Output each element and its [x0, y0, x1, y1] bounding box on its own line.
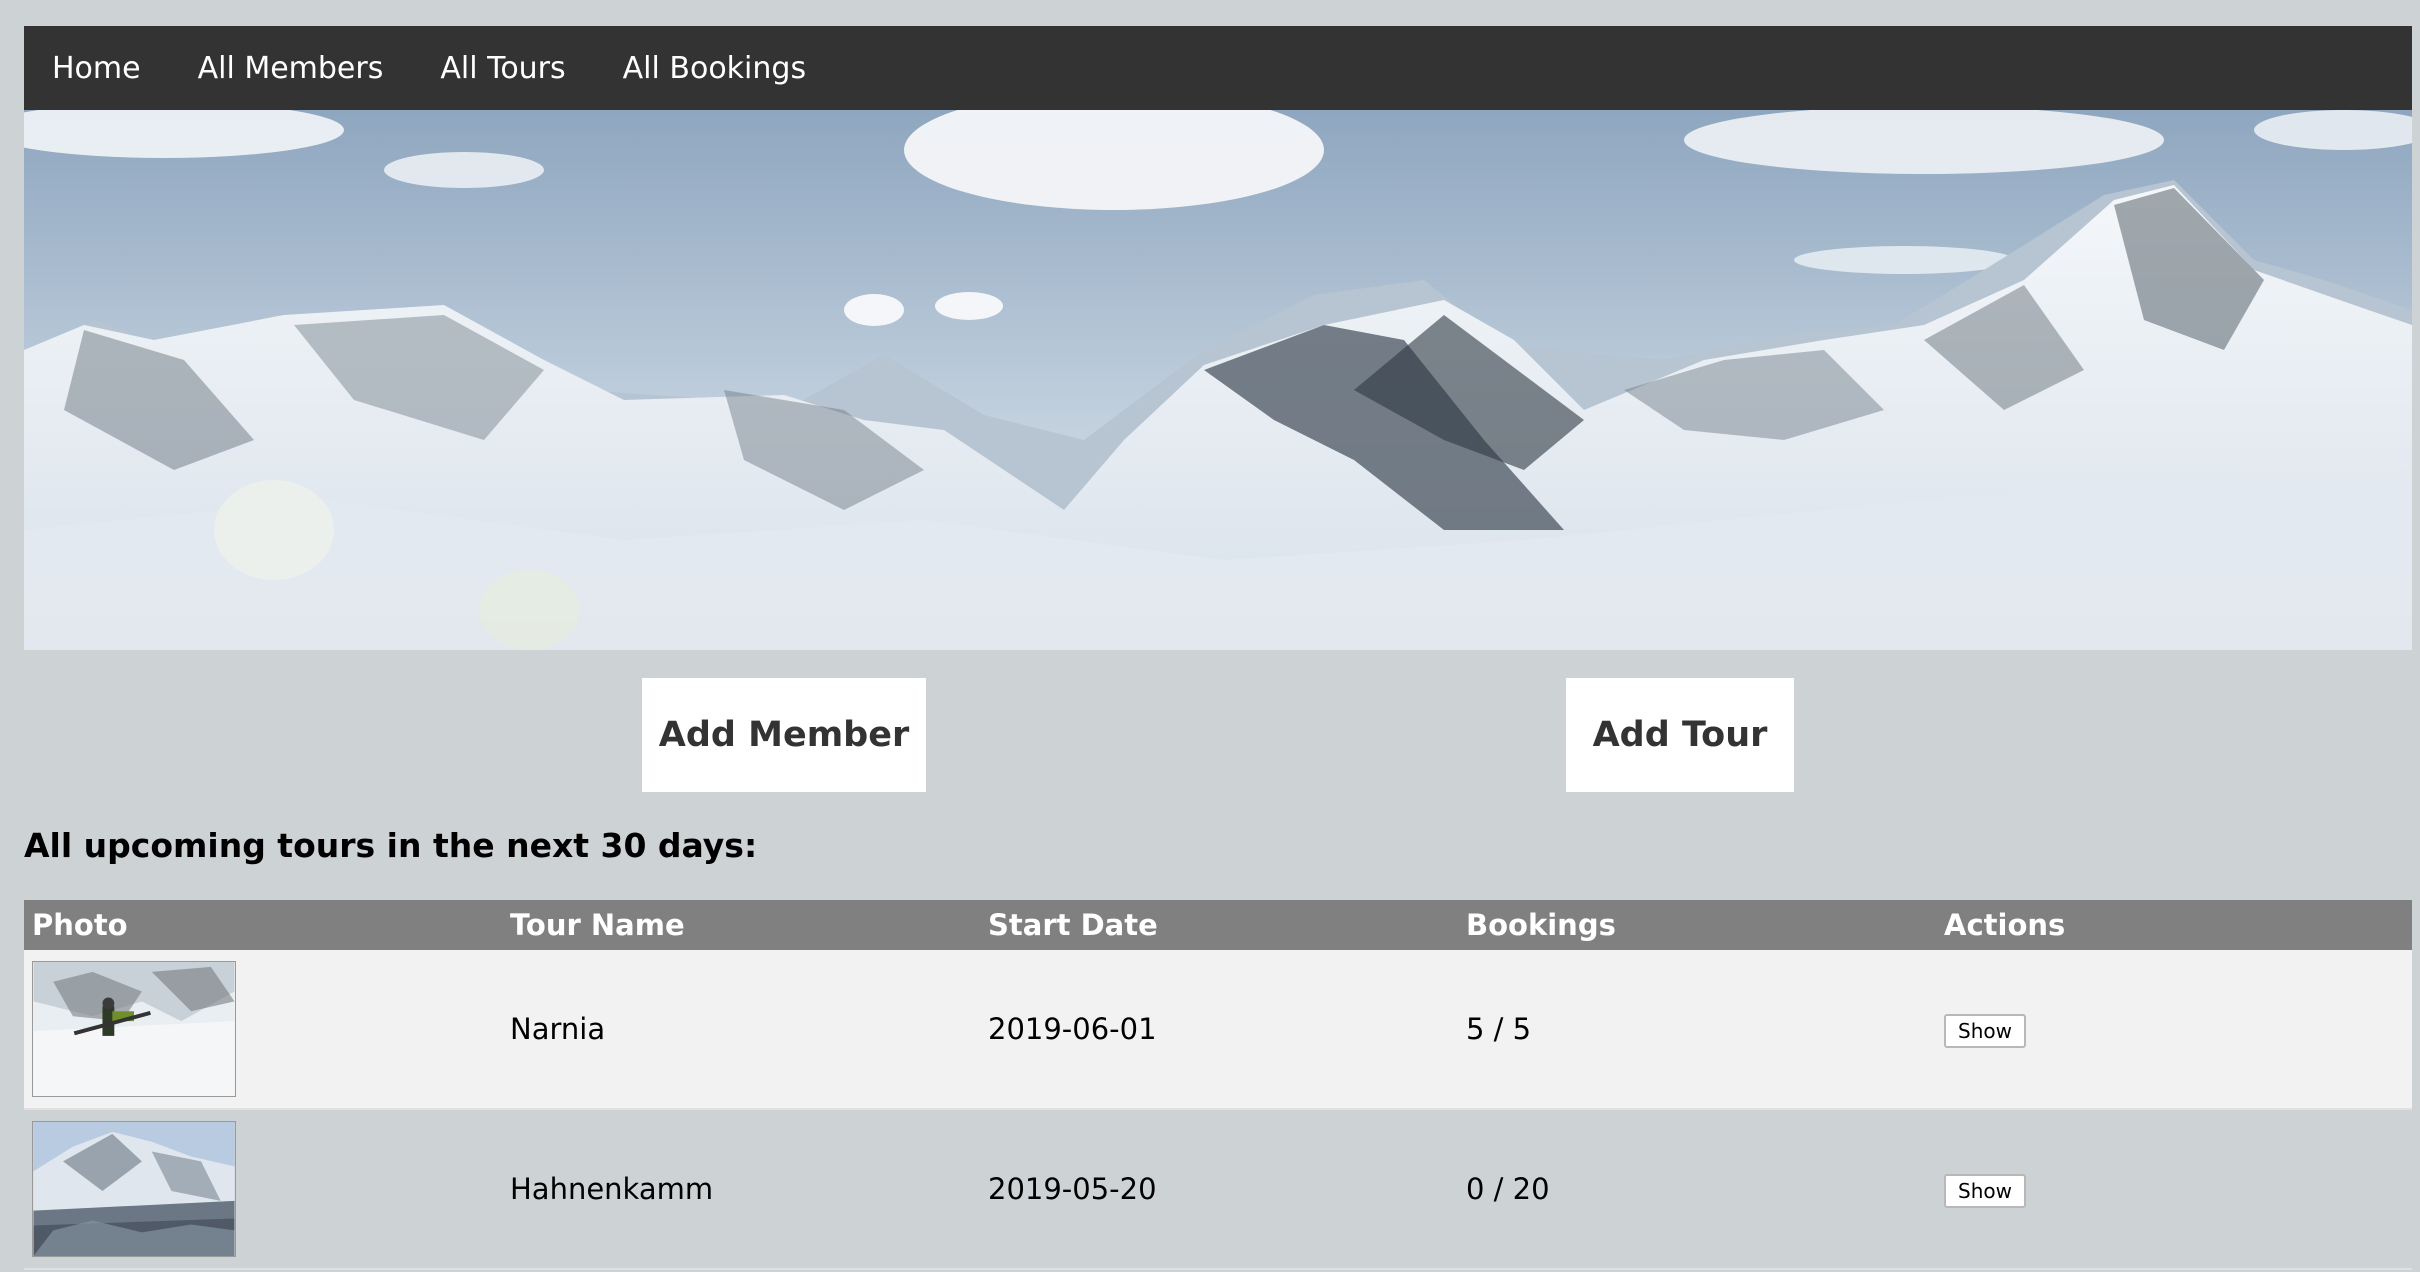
table-row: Hahnenkamm 2019-05-20 0 / 20 Show	[24, 1110, 2412, 1270]
add-member-button[interactable]: Add Member	[642, 678, 926, 792]
top-navbar: Home All Members All Tours All Bookings	[24, 26, 2412, 110]
column-header-bookings: Bookings	[1466, 908, 1616, 942]
tour-photo-thumbnail	[32, 961, 236, 1097]
table-row: Narnia 2019-06-01 5 / 5 Show	[24, 950, 2412, 1110]
page: Home All Members All Tours All Bookings	[0, 0, 2420, 1272]
column-header-photo: Photo	[32, 908, 128, 942]
hero-mountain-banner	[24, 110, 2412, 650]
start-date-cell: 2019-05-20	[988, 1172, 1157, 1206]
bookings-cell: 0 / 20	[1466, 1172, 1550, 1206]
table-header-row: Photo Tour Name Start Date Bookings Acti…	[24, 900, 2412, 950]
nav-link-home[interactable]: Home	[52, 51, 141, 86]
actions-cell: Show	[1936, 1011, 2412, 1048]
show-tour-button[interactable]: Show	[1944, 1013, 2026, 1048]
column-header-actions: Actions	[1944, 908, 2066, 942]
photo-cell	[24, 1121, 502, 1257]
actions-cell: Show	[1936, 1171, 2412, 1208]
show-tour-button[interactable]: Show	[1944, 1173, 2026, 1208]
upcoming-tours-heading: All upcoming tours in the next 30 days:	[24, 826, 758, 865]
mountain-panorama-image	[24, 110, 2412, 650]
add-tour-button[interactable]: Add Tour	[1566, 678, 1794, 792]
upcoming-tours-table: Photo Tour Name Start Date Bookings Acti…	[24, 900, 2412, 1270]
tour-photo-thumbnail	[32, 1121, 236, 1257]
bookings-cell: 5 / 5	[1466, 1012, 1532, 1046]
tour-name-cell: Narnia	[510, 1012, 606, 1046]
nav-link-all-tours[interactable]: All Tours	[440, 51, 565, 86]
photo-cell	[24, 961, 502, 1097]
start-date-cell: 2019-06-01	[988, 1012, 1157, 1046]
nav-link-all-bookings[interactable]: All Bookings	[623, 51, 806, 86]
nav-link-all-members[interactable]: All Members	[198, 51, 384, 86]
column-header-start-date: Start Date	[988, 908, 1158, 942]
tour-name-cell: Hahnenkamm	[510, 1172, 714, 1206]
column-header-tour-name: Tour Name	[510, 908, 685, 942]
